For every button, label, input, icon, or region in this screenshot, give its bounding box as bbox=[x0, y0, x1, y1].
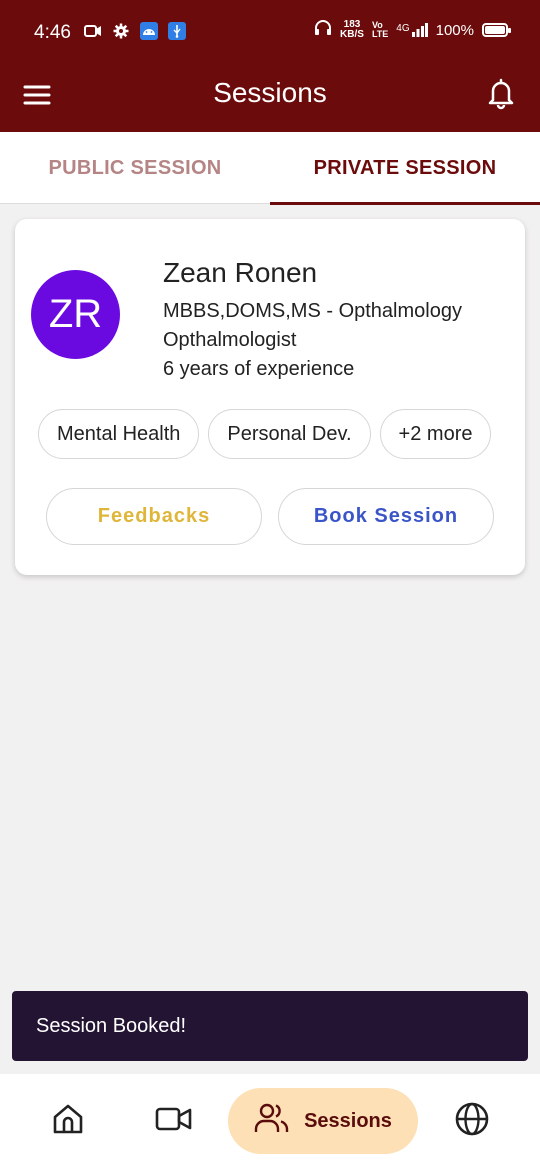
avatar: ZR bbox=[31, 270, 120, 359]
nav-sessions[interactable]: Sessions bbox=[228, 1088, 418, 1154]
feedbacks-button-label: Feedbacks bbox=[97, 505, 211, 527]
nav-video[interactable] bbox=[146, 1088, 202, 1154]
network-speed: 183 KB/S bbox=[340, 20, 364, 40]
doctor-name: Zean Ronen bbox=[163, 257, 318, 288]
video-record-icon bbox=[84, 22, 102, 40]
tab-private-session[interactable]: PRIVATE SESSION bbox=[270, 132, 540, 205]
bell-icon[interactable] bbox=[484, 76, 518, 110]
doctor-experience: 6 years of experience bbox=[163, 358, 355, 380]
doctor-specialty: Opthalmologist bbox=[163, 329, 297, 351]
battery-percentage: 100% bbox=[435, 21, 474, 39]
android-app-icon bbox=[140, 22, 158, 40]
globe-icon bbox=[454, 1101, 490, 1142]
doctor-qualification: MBBS,DOMS,MS - Opthalmology bbox=[163, 300, 462, 322]
book-session-button[interactable]: Book Session bbox=[278, 488, 494, 545]
network-type-label: 4G bbox=[396, 23, 410, 34]
bottom-navigation: Sessions bbox=[0, 1074, 540, 1170]
people-icon bbox=[254, 1101, 290, 1141]
tag-chip[interactable]: Personal Dev. bbox=[208, 409, 371, 459]
tab-public-session-label: PUBLIC SESSION bbox=[48, 156, 222, 179]
status-notification-icons bbox=[84, 22, 186, 40]
nav-home[interactable] bbox=[40, 1088, 96, 1154]
book-session-button-label: Book Session bbox=[313, 505, 459, 527]
battery-fill bbox=[485, 26, 505, 34]
settings-gear-icon bbox=[112, 22, 130, 40]
nav-sessions-label: Sessions bbox=[304, 1109, 392, 1132]
volte-icon: Vo LTE bbox=[371, 20, 389, 39]
home-icon bbox=[51, 1102, 85, 1141]
tab-private-session-label: PRIVATE SESSION bbox=[313, 156, 497, 179]
tag-chip[interactable]: Mental Health bbox=[38, 409, 200, 459]
status-system-icons: 183 KB/S Vo LTE 4G 100% bbox=[314, 20, 511, 40]
battery-icon bbox=[482, 23, 511, 37]
status-time: 4:46 bbox=[34, 22, 71, 43]
session-tabs: PUBLIC SESSION PRIVATE SESSION bbox=[0, 132, 540, 205]
doctor-card: ZR Zean Ronen MBBS,DOMS,MS - Opthalmolog… bbox=[15, 219, 525, 575]
signal-icon: 4G bbox=[396, 23, 428, 37]
feedbacks-button[interactable]: Feedbacks bbox=[46, 488, 262, 545]
page-title: Sessions bbox=[213, 77, 327, 108]
tab-selected-indicator bbox=[270, 202, 540, 205]
more-tags-chip[interactable]: +2 more bbox=[379, 409, 492, 459]
snackbar-message: Session Booked! bbox=[36, 1014, 187, 1037]
expertise-tags: Mental Health Personal Dev. +2 more bbox=[38, 409, 492, 459]
app-bar: Sessions bbox=[0, 64, 540, 132]
headphones-icon bbox=[314, 20, 332, 40]
status-bar: 4:46 183 KB/S Vo LTE 4G 100% bbox=[0, 0, 540, 64]
nav-globe[interactable] bbox=[444, 1088, 500, 1154]
tab-public-session[interactable]: PUBLIC SESSION bbox=[0, 132, 270, 204]
network-speed-unit: KB/S bbox=[340, 29, 364, 40]
usb-icon bbox=[168, 22, 186, 40]
snackbar: Session Booked! bbox=[12, 991, 528, 1061]
video-camera-icon bbox=[155, 1105, 193, 1138]
